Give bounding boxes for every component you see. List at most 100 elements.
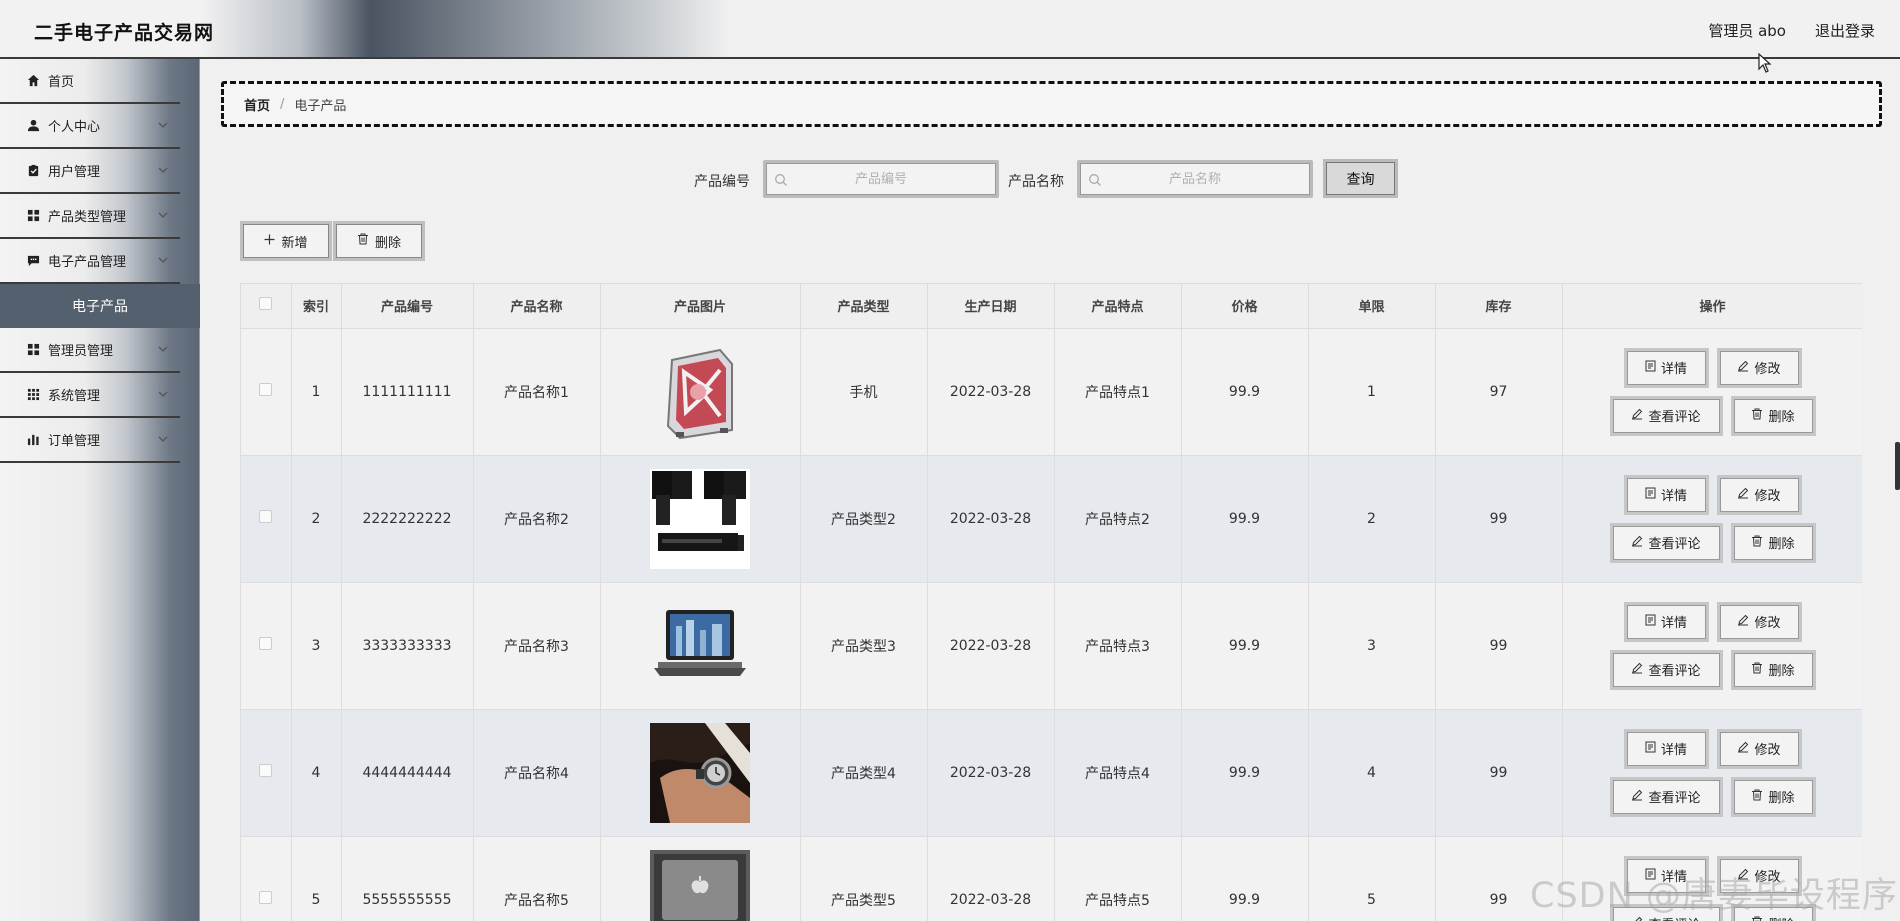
product-name-input[interactable]	[1080, 163, 1310, 195]
cell-index: 3	[291, 582, 342, 710]
sidebar-item-label: 用户管理	[48, 165, 101, 180]
cell-name: 产品名称2	[473, 455, 601, 583]
column-header: 产品图片	[600, 284, 801, 329]
row-checkbox[interactable]	[259, 891, 273, 904]
sidebar-item-home[interactable]: 首页	[0, 59, 180, 104]
cell-price: 99.9	[1181, 836, 1309, 921]
cell-image	[600, 836, 801, 921]
breadcrumb-current: 电子产品	[294, 98, 347, 114]
batch-delete-button[interactable]: 删除	[333, 221, 425, 261]
query-button[interactable]: 查询	[1323, 159, 1398, 198]
delete-row-button[interactable]: 删除	[1730, 395, 1816, 436]
sidebar-item-product-type-management[interactable]: 产品类型管理	[0, 194, 180, 239]
chevron-down-icon	[158, 388, 168, 403]
pencil-icon	[1737, 360, 1749, 376]
product-image-watch	[650, 722, 750, 823]
cell-feature: 产品特点5	[1054, 836, 1182, 921]
delete-row-button[interactable]: 删除	[1730, 522, 1816, 563]
delete-row-button[interactable]: 删除	[1730, 649, 1816, 690]
cell-ops: 详情 修改 查看评论 删除	[1562, 582, 1862, 710]
product-name-label: 产品名称	[1008, 174, 1064, 190]
detail-label: 详情	[1660, 743, 1687, 758]
view-comments-button[interactable]: 查看评论	[1609, 522, 1723, 563]
edit-button[interactable]: 修改	[1716, 728, 1802, 769]
product-code-field[interactable]	[763, 160, 999, 198]
column-header: 操作	[1562, 284, 1862, 329]
cell-name: 产品名称5	[473, 836, 601, 921]
edit-label: 修改	[1754, 743, 1781, 758]
row-select-cell	[241, 582, 292, 710]
select-all-checkbox[interactable]	[259, 297, 273, 311]
grid-icon	[26, 343, 40, 357]
sidebar: 首页 个人中心 用户管理 产品类型管理 电子产品管理 电子产品 管理员管理 系统…	[0, 59, 200, 921]
edit-button[interactable]: 修改	[1716, 347, 1802, 388]
product-code-input[interactable]	[766, 163, 996, 195]
cell-price: 99.9	[1181, 455, 1309, 583]
table-row: 2 2222222222 产品名称2 产品类型2 2022-03-28 产品特点…	[241, 455, 1862, 583]
cell-type: 产品类型2	[800, 455, 928, 583]
cell-ops: 详情 修改 查看评论 删除	[1562, 328, 1862, 456]
row-select-cell	[241, 328, 292, 456]
person-icon	[26, 119, 40, 133]
product-image-pc-case	[650, 341, 750, 442]
breadcrumb-home[interactable]: 首页	[244, 95, 270, 114]
column-header: 库存	[1435, 284, 1563, 329]
breadcrumb-separator: /	[280, 96, 285, 112]
logout-link[interactable]: 退出登录	[1815, 20, 1875, 41]
document-icon	[1645, 487, 1656, 503]
detail-button[interactable]: 详情	[1623, 474, 1709, 515]
cell-price: 99.9	[1181, 709, 1309, 837]
scrollbar-thumb[interactable]	[1895, 442, 1900, 490]
detail-button[interactable]: 详情	[1623, 728, 1709, 769]
chevron-down-icon	[158, 343, 168, 358]
cell-feature: 产品特点2	[1054, 455, 1182, 583]
view-comments-button[interactable]: 查看评论	[1609, 395, 1723, 436]
chevron-down-icon	[158, 433, 168, 448]
sidebar-item-label: 电子产品管理	[48, 255, 127, 270]
add-button[interactable]: 新增	[240, 221, 332, 261]
cell-name: 产品名称1	[473, 328, 601, 456]
edit-button[interactable]: 修改	[1716, 601, 1802, 642]
row-checkbox[interactable]	[259, 764, 273, 777]
cell-type: 产品类型3	[800, 582, 928, 710]
sidebar-item-order-management[interactable]: 订单管理	[0, 418, 180, 463]
cell-price: 99.9	[1181, 328, 1309, 456]
sidebar-subitem-electronics[interactable]: 电子产品	[0, 284, 200, 328]
row-checkbox[interactable]	[259, 510, 273, 523]
sidebar-item-system-management[interactable]: 系统管理	[0, 373, 180, 418]
row-select-cell	[241, 455, 292, 583]
detail-label: 详情	[1660, 616, 1687, 631]
comments-label: 查看评论	[1648, 664, 1701, 679]
cell-name: 产品名称3	[473, 582, 601, 710]
edit-button[interactable]: 修改	[1716, 474, 1802, 515]
cell-code: 2222222222	[341, 455, 474, 583]
trash-icon	[1751, 408, 1763, 424]
sidebar-item-electronics-management[interactable]: 电子产品管理	[0, 239, 180, 284]
sidebar-item-admin-management[interactable]: 管理员管理	[0, 328, 180, 373]
cell-type: 手机	[800, 328, 928, 456]
column-header: 产品特点	[1054, 284, 1182, 329]
breadcrumb: 首页 / 电子产品	[221, 81, 1882, 127]
cell-feature: 产品特点4	[1054, 709, 1182, 837]
cell-date: 2022-03-28	[927, 582, 1055, 710]
row-checkbox[interactable]	[259, 383, 273, 396]
sidebar-item-user-management[interactable]: 用户管理	[0, 149, 180, 194]
sidebar-item-personal-center[interactable]: 个人中心	[0, 104, 180, 149]
product-name-field[interactable]	[1077, 160, 1313, 198]
column-header: 产品类型	[800, 284, 928, 329]
cell-stock: 97	[1435, 328, 1563, 456]
cell-date: 2022-03-28	[927, 328, 1055, 456]
detail-button[interactable]: 详情	[1623, 601, 1709, 642]
trash-icon	[1751, 789, 1763, 805]
delete-row-button[interactable]: 删除	[1730, 776, 1816, 817]
cell-limit: 5	[1308, 836, 1436, 921]
cell-feature: 产品特点1	[1054, 328, 1182, 456]
select-all-cell	[241, 284, 292, 329]
product-code-label: 产品编号	[694, 174, 750, 190]
row-select-cell	[241, 836, 292, 921]
view-comments-button[interactable]: 查看评论	[1609, 776, 1723, 817]
row-checkbox[interactable]	[259, 637, 273, 650]
delete-button-label: 删除	[374, 235, 401, 251]
detail-button[interactable]: 详情	[1623, 347, 1709, 388]
view-comments-button[interactable]: 查看评论	[1609, 649, 1723, 690]
